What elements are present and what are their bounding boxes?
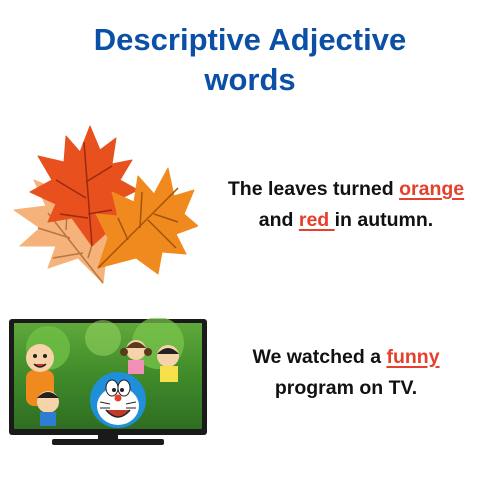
sentence-text: The leaves turned (227, 178, 400, 200)
cartoon-tv-illustration (9, 318, 207, 445)
sentence-text: We watched a (252, 346, 387, 368)
title-line-2: words (204, 62, 296, 97)
sentence-text: and (258, 209, 299, 231)
adjective-orange: orange (399, 178, 465, 200)
cartoon-character (157, 345, 179, 382)
cartoon-character (37, 391, 59, 426)
example-sentence-tv: We watched a funny program on TV. (196, 342, 496, 404)
sentence-text: program on TV. (274, 377, 418, 399)
page-title: Descriptive Adjective words (0, 20, 500, 100)
example-sentence-leaves: The leaves turned orange and red in autu… (196, 174, 496, 236)
tv-stand-base (52, 439, 164, 445)
sentence-text: in autumn. (334, 209, 434, 231)
title-line-1: Descriptive Adjective (93, 22, 407, 57)
adjective-red: red (298, 209, 335, 231)
robot-cat-character (90, 372, 146, 428)
autumn-leaves-illustration (13, 125, 198, 284)
adjective-funny: funny (386, 346, 440, 368)
